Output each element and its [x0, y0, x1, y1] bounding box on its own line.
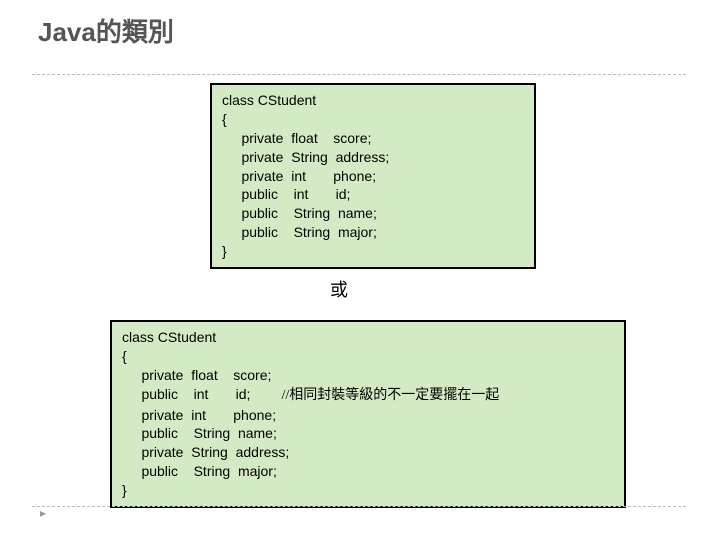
code-line: class CStudent: [222, 92, 316, 108]
code-line: public String name;: [222, 205, 377, 221]
code-box-1: class CStudent { private float score; pr…: [210, 83, 536, 269]
code-line: private float score;: [222, 130, 371, 146]
dashed-divider-top: [32, 74, 686, 75]
bullet-marker: ▸: [40, 506, 46, 520]
code-line: public String major;: [222, 224, 377, 240]
code-line: class CStudent: [122, 329, 216, 345]
code-box-2: class CStudent { private float score; pu…: [110, 320, 626, 508]
code-line: private int phone;: [222, 168, 376, 184]
code-line: public String name;: [122, 425, 277, 441]
code-line: private String address;: [122, 444, 289, 460]
code-line: {: [122, 348, 127, 364]
page-title: Java的類別: [38, 12, 174, 49]
code-line: private int phone;: [122, 407, 276, 423]
code-line: {: [222, 111, 227, 127]
code-line: public int id;: [222, 186, 350, 202]
code-line: private float score;: [122, 367, 271, 383]
code-line: }: [122, 482, 127, 498]
code-comment: //相同封裝等級的不一定要擺在一起: [282, 388, 500, 403]
dashed-divider-bottom: [32, 506, 686, 507]
code-line: public String major;: [122, 463, 277, 479]
code-line: }: [222, 243, 227, 259]
separator-text: 或: [330, 276, 348, 302]
code-line: public int id;: [122, 386, 282, 402]
code-line: private String address;: [222, 149, 389, 165]
